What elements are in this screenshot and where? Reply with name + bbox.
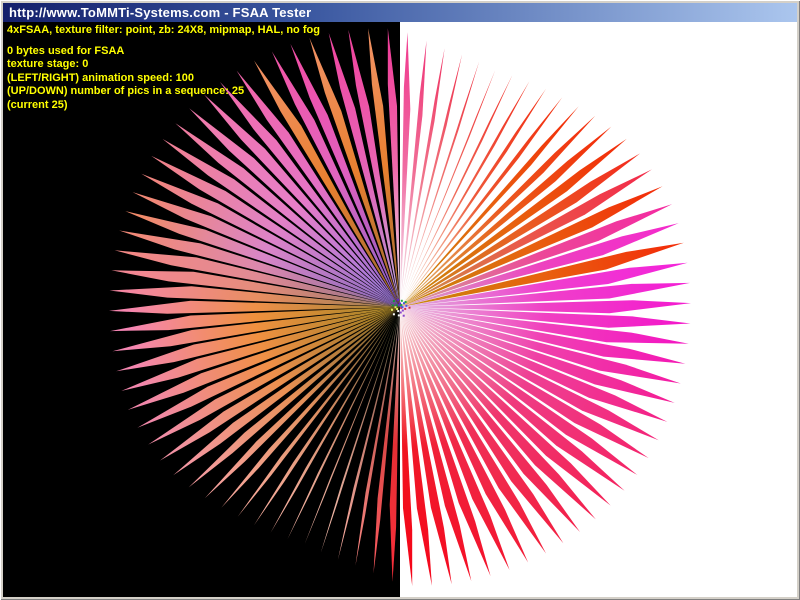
hub-speckle [401, 300, 403, 302]
hub-speckle [393, 300, 395, 302]
hub-speckle [397, 299, 399, 301]
window-title: http://www.ToMMTi-Systems.com - FSAA Tes… [9, 5, 311, 20]
hub-speckle [405, 301, 407, 303]
render-stats-overlay: 4xFSAA, texture filter: point, zb: 24X8,… [7, 24, 320, 112]
hub-speckle [403, 315, 405, 317]
info-line-bytes: 0 bytes used for FSAA [7, 45, 320, 59]
hub-speckle [398, 314, 400, 316]
hub-speckle [402, 306, 404, 308]
hub-speckle [397, 310, 399, 312]
hub-speckle [395, 306, 397, 308]
hub-speckle [402, 310, 404, 312]
hub-speckle [404, 308, 406, 310]
status-line: 4xFSAA, texture filter: point, zb: 24X8,… [7, 24, 320, 38]
hub-speckle [396, 308, 398, 310]
hub-speckle [399, 303, 401, 305]
hub-speckle [409, 307, 411, 309]
hub-speckle [396, 304, 398, 306]
hub-speckle [391, 309, 393, 311]
info-line-current: (current 25) [7, 99, 320, 113]
fsaa-tester-window: http://www.ToMMTi-Systems.com - FSAA Tes… [0, 0, 800, 600]
hub-speckle [393, 313, 395, 315]
info-line-speed: (LEFT/RIGHT) animation speed: 100 [7, 72, 320, 86]
info-line-stage: texture stage: 0 [7, 58, 320, 72]
hub-speckle [400, 312, 402, 314]
window-titlebar[interactable]: http://www.ToMMTi-Systems.com - FSAA Tes… [3, 3, 797, 22]
render-viewport: 4xFSAA, texture filter: point, zb: 24X8,… [3, 22, 797, 597]
hub-speckle [392, 304, 394, 306]
info-line-sequence: (UP/DOWN) number of pics in a sequence: … [7, 85, 320, 99]
hub-speckle [405, 305, 407, 307]
